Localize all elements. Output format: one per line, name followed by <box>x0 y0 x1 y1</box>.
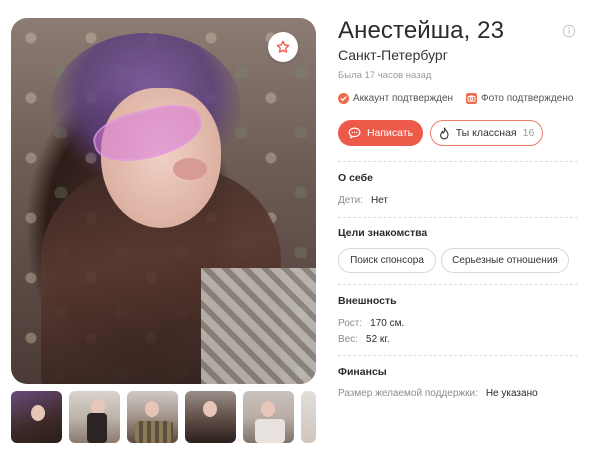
thumbnail-3[interactable] <box>127 391 178 443</box>
height-field: Рост: 170 см. <box>338 318 404 329</box>
children-label: Дети: <box>338 195 363 206</box>
flame-icon <box>439 126 449 139</box>
write-message-button[interactable]: Написать <box>338 120 423 146</box>
info-icon[interactable] <box>562 24 576 38</box>
support-field: Размер желаемой поддержки: Не указано <box>338 388 538 399</box>
chat-bubble-icon <box>348 127 361 139</box>
divider <box>338 284 578 285</box>
weight-field: Вес: 52 кг. <box>338 334 390 345</box>
divider <box>338 161 578 162</box>
profile-name-age: Анестейша, 23 <box>338 17 505 44</box>
support-label: Размер желаемой поддержки: <box>338 388 478 399</box>
thumbnail-4[interactable] <box>185 391 236 443</box>
photo-thumbnails <box>11 391 316 443</box>
divider <box>338 355 578 356</box>
support-value: Не указано <box>485 388 538 399</box>
thumbnail-2[interactable] <box>69 391 120 443</box>
photo-shirt <box>201 268 316 384</box>
profile-city: Санкт-Петербург <box>338 47 448 63</box>
thumbnail-5[interactable] <box>243 391 294 443</box>
weight-label: Вес: <box>338 334 359 345</box>
photo-verified-badge: Фото подтверждено <box>466 93 573 104</box>
goal-chip-serious[interactable]: Серьезные отношения <box>441 248 569 273</box>
about-section-title: О себе <box>338 172 373 184</box>
goals-section-title: Цели знакомства <box>338 227 428 239</box>
photo-lips <box>173 158 207 180</box>
account-verified-label: Аккаунт подтвержден <box>353 93 454 104</box>
photo-verified-label: Фото подтверждено <box>481 93 574 104</box>
divider <box>338 217 578 218</box>
height-label: Рост: <box>338 318 363 329</box>
compliment-count: 16 <box>522 127 535 139</box>
account-verified-badge: Аккаунт подтвержден <box>338 93 453 104</box>
compliment-button[interactable]: Ты классная 16 <box>430 120 543 146</box>
compliment-label: Ты классная <box>455 127 517 139</box>
thumbnail-1[interactable] <box>11 391 62 443</box>
write-message-label: Написать <box>366 127 414 139</box>
thumbnail-6[interactable] <box>301 391 316 443</box>
last-seen-status: Была 17 часов назад <box>338 70 432 81</box>
main-profile-photo[interactable] <box>11 18 316 384</box>
add-to-favorites-button[interactable] <box>268 32 298 62</box>
star-icon <box>276 40 290 53</box>
weight-value: 52 кг. <box>366 334 390 345</box>
camera-icon <box>466 93 477 104</box>
finance-section-title: Финансы <box>338 366 387 378</box>
check-circle-icon <box>338 93 349 104</box>
children-value: Нет <box>370 195 388 206</box>
goal-chip-sponsor[interactable]: Поиск спонсора <box>338 248 436 273</box>
appearance-section-title: Внешность <box>338 295 397 307</box>
height-value: 170 см. <box>370 318 405 329</box>
children-field: Дети: Нет <box>338 195 388 206</box>
